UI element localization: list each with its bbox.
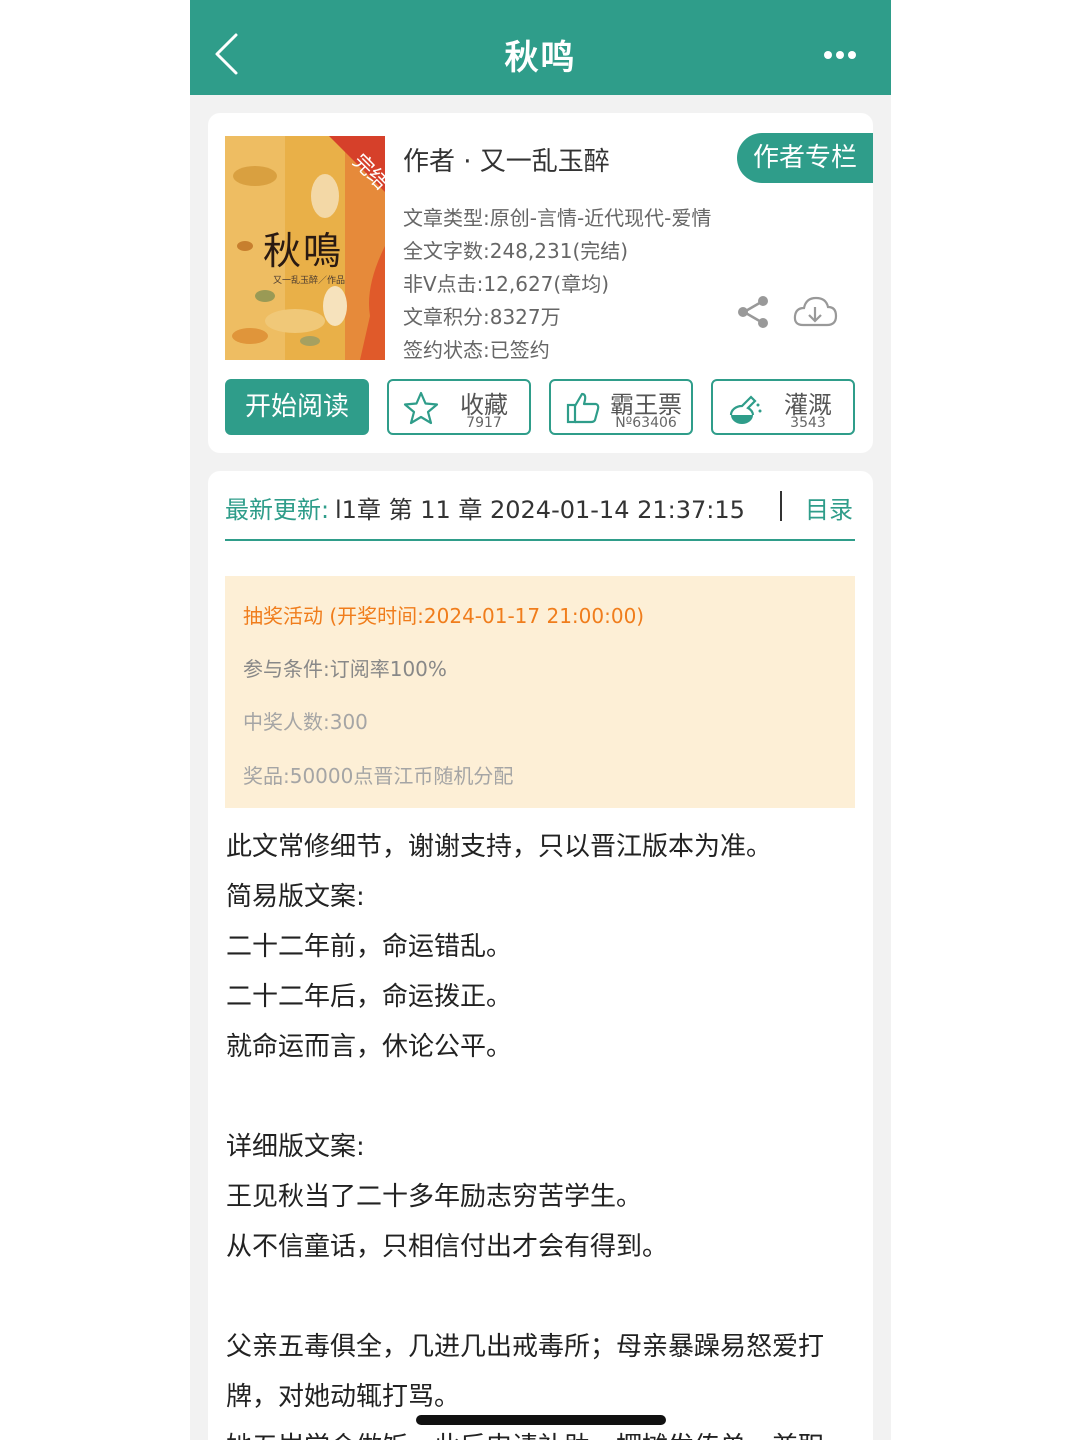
content-card: 最新更新: l1章 第 11 章 2024-01-14 21:37:15 ⁝ 目…	[208, 471, 873, 1440]
top-nav-bar: 秋鸣	[190, 0, 891, 95]
cover-subtitle: 又一乱玉醉／作品	[273, 276, 346, 286]
share-icon[interactable]	[736, 294, 770, 330]
lottery-prize: 奖品:50000点晋江币随机分配	[243, 764, 514, 788]
more-options-icon[interactable]	[823, 50, 857, 60]
description-line: 王见秋当了二十多年励志穷苦学生。	[226, 1182, 643, 1212]
meta-word-count: 全文字数:248,231(完结)	[403, 239, 629, 263]
home-indicator[interactable]	[416, 1415, 666, 1425]
start-reading-button[interactable]: 开始阅读	[225, 379, 369, 435]
description-line: 从不信童话，只相信付出才会有得到。	[226, 1232, 669, 1262]
lottery-panel: 抽奖活动 (开奖时间:2024-01-17 21:00:00) 参与条件:订阅率…	[225, 576, 855, 808]
description-line: 二十二年后，命运拨正。	[226, 982, 513, 1012]
lottery-condition: 参与条件:订阅率100%	[243, 657, 447, 681]
meta-clicks: 非Ⅴ点击:12,627(章均)	[403, 272, 610, 296]
download-icon[interactable]	[792, 294, 838, 330]
favorite-count: 7917	[466, 415, 502, 431]
cover-title: 秋鳴	[263, 229, 344, 273]
description-line: 牌，对她动辄打骂。	[226, 1382, 461, 1412]
favorite-button[interactable]: 收藏 7917	[387, 379, 531, 435]
star-icon	[403, 391, 439, 425]
latest-update-label: 最新更新:	[225, 496, 330, 524]
table-of-contents-link[interactable]: 目录	[805, 490, 853, 525]
irrigate-count: 3543	[790, 415, 826, 431]
irrigate-button[interactable]: 灌溉 3543	[711, 379, 855, 435]
description-line: 就命运而言，休论公平。	[226, 1032, 513, 1062]
description-line: 她五岁学会做饭，此后申请补助，摆摊发传单，兼职	[226, 1426, 824, 1440]
thumbs-up-icon	[566, 392, 600, 424]
app-screen: 秋鸣 秋鳴 又一乱玉醉／作品 完结 作者 · 又一乱玉醉 作者专栏 文章类型:原…	[190, 0, 891, 1440]
book-cover[interactable]: 秋鳴 又一乱玉醉／作品 完结	[225, 136, 385, 360]
lottery-title: 抽奖活动 (开奖时间:2024-01-17 21:00:00)	[243, 604, 645, 628]
description-line: 二十二年前，命运错乱。	[226, 932, 513, 962]
vote-button[interactable]: 霸王票 Nº63406	[549, 379, 693, 435]
description-line: 此文常修细节，谢谢支持，只以晋江版本为准。	[226, 832, 773, 862]
meta-sign-status: 签约状态:已签约	[403, 338, 550, 362]
latest-update-text[interactable]: l1章 第 11 章 2024-01-14 21:37:15 ⁝	[335, 490, 745, 525]
watering-flask-icon	[729, 395, 762, 424]
page-title: 秋鸣	[504, 38, 577, 78]
lottery-winners: 中奖人数:300	[243, 710, 368, 734]
meta-genre: 文章类型:原创-言情-近代现代-爱情	[403, 206, 712, 230]
description-line: 详细版文案:	[226, 1132, 365, 1162]
divider	[780, 491, 782, 521]
vote-count: Nº63406	[615, 415, 677, 431]
meta-score: 文章积分:8327万	[403, 305, 561, 329]
author-line: 作者 · 又一乱玉醉	[403, 147, 610, 177]
description-line: 简易版文案:	[226, 882, 365, 912]
book-info-card: 秋鳴 又一乱玉醉／作品 完结 作者 · 又一乱玉醉 作者专栏 文章类型:原创-言…	[208, 113, 873, 453]
latest-update-bar[interactable]: 最新更新: l1章 第 11 章 2024-01-14 21:37:15 ⁝ 目…	[225, 487, 855, 541]
author-column-button[interactable]: 作者专栏	[737, 133, 873, 183]
description-line: 父亲五毒俱全，几进几出戒毒所；母亲暴躁易怒爱打	[226, 1332, 825, 1362]
